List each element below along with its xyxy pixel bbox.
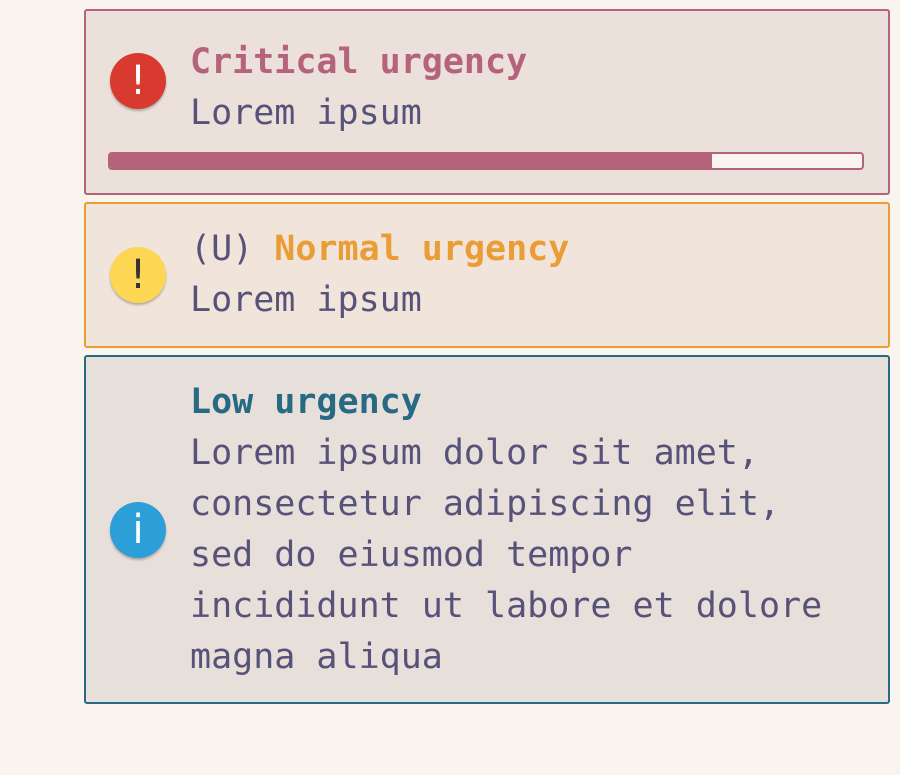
notification-summary: Critical urgency bbox=[190, 42, 528, 82]
normal-exclamation-icon: ! bbox=[110, 247, 166, 303]
notification-body-line: incididunt ut labore et dolore bbox=[190, 585, 823, 626]
progress-fill bbox=[110, 154, 712, 168]
notification-body-line: magna aliqua bbox=[190, 636, 443, 677]
info-icon: i bbox=[110, 501, 166, 558]
notification-text: Low urgency Lorem ipsum dolor sit amet, … bbox=[190, 377, 888, 683]
notification-critical[interactable]: ! Critical urgency Lorem ipsum bbox=[84, 9, 890, 195]
notification-body-line: sed do eiusmod tempor bbox=[190, 534, 633, 575]
notification-body: Lorem ipsum bbox=[190, 280, 422, 320]
notification-summary-label: Normal urgency bbox=[274, 229, 570, 269]
notification-summary: Low urgency bbox=[190, 381, 422, 422]
notification-text: Critical urgency Lorem ipsum bbox=[190, 11, 888, 139]
notification-summary: (U) Normal urgency bbox=[190, 224, 868, 275]
notification-stack: ! Critical urgency Lorem ipsum ! (U) Nor… bbox=[84, 9, 890, 711]
critical-exclamation-icon: ! bbox=[110, 53, 166, 109]
notification-normal[interactable]: ! (U) Normal urgency Lorem ipsum bbox=[84, 202, 890, 348]
notification-body: Lorem ipsum bbox=[190, 93, 422, 133]
notification-text: (U) Normal urgency Lorem ipsum bbox=[190, 224, 888, 326]
notification-body-line: consectetur adipiscing elit, bbox=[190, 483, 781, 524]
notification-progress-bar bbox=[108, 152, 864, 170]
notification-low[interactable]: i Low urgency Lorem ipsum dolor sit amet… bbox=[84, 355, 890, 704]
notification-body-line: Lorem ipsum dolor sit amet, bbox=[190, 432, 759, 473]
notification-prefix: (U) bbox=[190, 229, 254, 269]
